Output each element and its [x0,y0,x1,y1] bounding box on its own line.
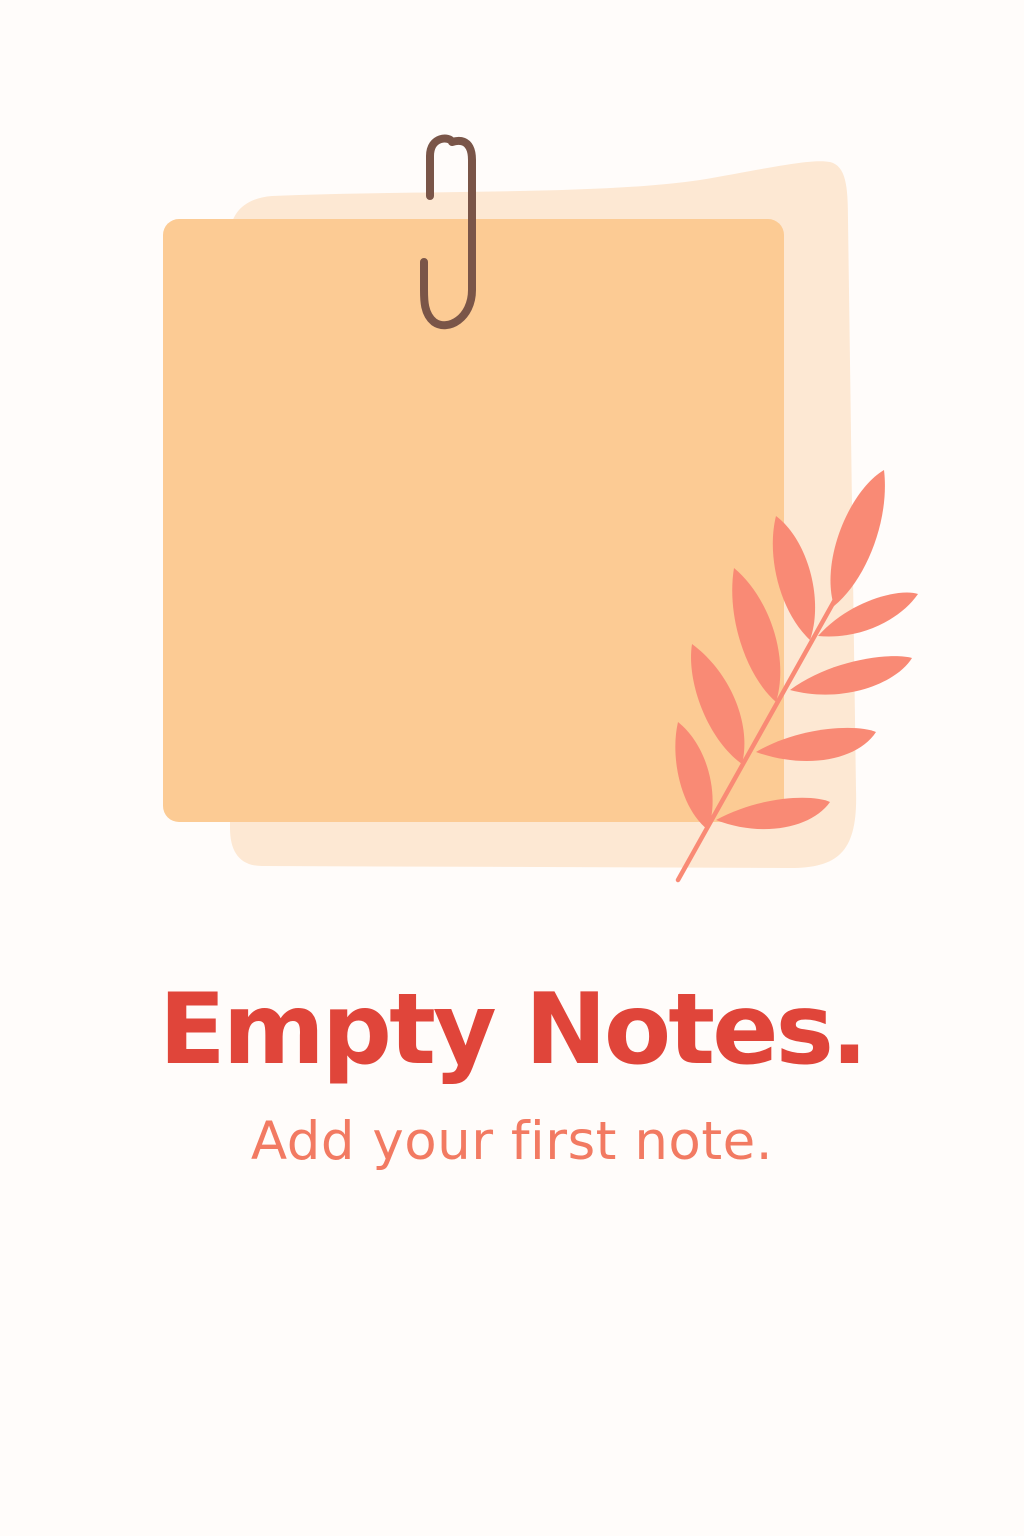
empty-state-title: Empty Notes. [158,973,868,1087]
empty-notes-screen: Empty Notes. Add your first note. [0,0,1024,1536]
empty-notes-illustration [0,0,1024,940]
sticky-note-icon [163,219,784,822]
illustration-canvas [163,134,918,883]
empty-state-subtitle: Add your first note. [250,1111,774,1172]
